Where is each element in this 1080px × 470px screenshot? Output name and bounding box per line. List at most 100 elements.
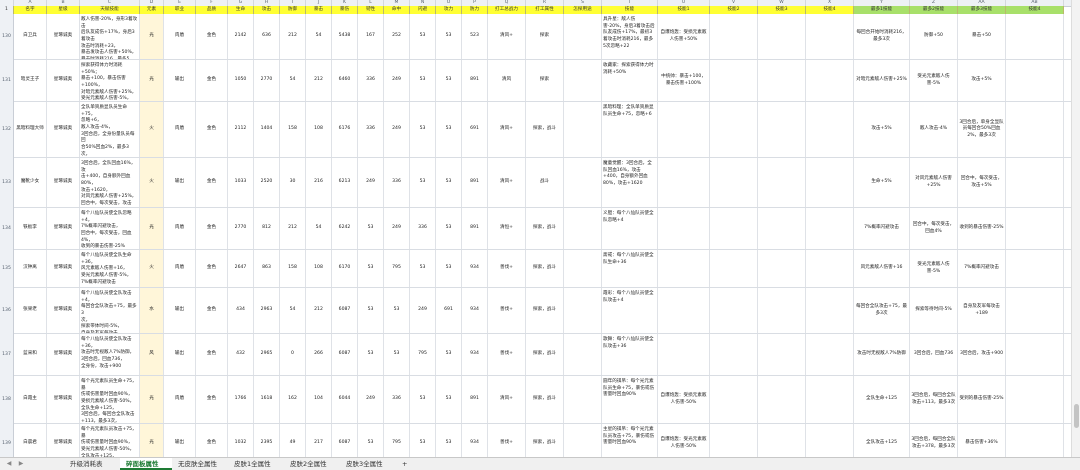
table-cell[interactable]: 53	[436, 60, 462, 101]
table-cell[interactable]: 对风元素敌人伤害+25%	[910, 158, 958, 207]
table-cell[interactable]: 敌人伤害-20%，身形3着攻击 后队友成伤+17%，身后3着攻击 攻击时消耗+2…	[80, 14, 140, 59]
table-cell[interactable]: 金色	[196, 102, 228, 157]
table-cell[interactable]	[710, 334, 758, 375]
column-header-cell[interactable]: 技能4	[1006, 6, 1064, 14]
table-cell[interactable]: 54	[280, 288, 306, 333]
table-cell[interactable]: 336	[384, 158, 410, 207]
table-cell[interactable]: 934	[462, 424, 488, 458]
column-header-cell[interactable]: 攻力	[436, 6, 462, 14]
table-cell[interactable]	[806, 208, 854, 249]
table-cell[interactable]: 266	[306, 334, 332, 375]
table-cell[interactable]	[806, 250, 854, 287]
table-cell[interactable]	[758, 334, 806, 375]
table-cell[interactable]: 1050	[228, 60, 254, 101]
table-cell[interactable]	[758, 14, 806, 59]
table-cell[interactable]: 探索，战斗	[526, 288, 564, 333]
row-number[interactable]: 138	[0, 376, 14, 424]
table-cell[interactable]: 白卫兵	[14, 14, 47, 59]
table-cell[interactable]: 暴击伤害+36%	[958, 424, 1006, 458]
table-cell[interactable]: 受光元素敌人伤害-5%	[910, 60, 958, 101]
vertical-scrollbar[interactable]	[1071, 0, 1080, 458]
table-cell[interactable]: 6087	[332, 288, 358, 333]
table-cell[interactable]: 探索	[526, 14, 564, 59]
table-cell[interactable]: 53	[436, 250, 462, 287]
table-cell[interactable]: 肉盾	[164, 250, 196, 287]
table-cell[interactable]	[1006, 424, 1064, 458]
table-cell[interactable]: 934	[462, 288, 488, 333]
table-cell[interactable]: 6087	[332, 334, 358, 375]
table-cell[interactable]: 清风+	[488, 102, 526, 157]
column-header-cell[interactable]: 技能3	[758, 6, 806, 14]
table-cell[interactable]: 434	[228, 288, 254, 333]
table-cell[interactable]	[710, 376, 758, 423]
table-cell[interactable]	[710, 102, 758, 157]
table-cell[interactable]: 火	[140, 250, 164, 287]
table-cell[interactable]: 星琢诚奥	[47, 334, 80, 375]
row-number[interactable]: 130	[0, 14, 14, 60]
table-cell[interactable]: 肉盾	[164, 208, 196, 249]
table-cell[interactable]: 收到的暴击伤害-25%	[958, 208, 1006, 249]
table-cell[interactable]: 蓝采和	[14, 334, 47, 375]
column-header-cell[interactable]: 暴击	[306, 6, 332, 14]
table-cell[interactable]: 1032	[228, 424, 254, 458]
table-row[interactable]: 白晨君 星琢诚奥 每个光元素队员攻击+75，暴 伤或伤害量时回血90%， 受光元素敌…	[14, 424, 1072, 458]
table-cell[interactable]: 星琢诚奥	[47, 60, 80, 101]
column-header-cell[interactable]: 闪避	[410, 6, 436, 14]
table-cell[interactable]	[564, 60, 602, 101]
table-row[interactable]: 黑暗料理大师 星琢诚奥 全队单资质显队员生命+75， 忽略+6， 敌人攻击-4%， …	[14, 102, 1072, 158]
table-cell[interactable]: 全队生命+125	[854, 376, 910, 423]
table-cell[interactable]: 星琢诚奥	[47, 250, 80, 287]
table-cell[interactable]: 891	[462, 208, 488, 249]
row-number[interactable]: 131	[0, 60, 14, 102]
table-cell[interactable]: 星琢诚奥	[47, 14, 80, 59]
column-header-cell[interactable]: 星级	[47, 6, 80, 14]
table-cell[interactable]: 53	[384, 334, 410, 375]
table-cell[interactable]	[564, 334, 602, 375]
table-cell[interactable]: 212	[280, 14, 306, 59]
table-row[interactable]: 蓝采和 星琢诚奥 每个八仙队员使全队攻击 +36， 攻击时无视敌人7%防御， 3回合…	[14, 334, 1072, 376]
table-cell[interactable]: 249	[410, 288, 436, 333]
table-cell[interactable]: 水	[140, 288, 164, 333]
table-cell[interactable]: 金色	[196, 376, 228, 423]
column-header-cell[interactable]: 元素	[140, 6, 164, 14]
table-cell[interactable]: 432	[228, 334, 254, 375]
table-cell[interactable]: 探索，战斗	[526, 102, 564, 157]
table-cell[interactable]: 自爆炮轰：受损元素敌人伤害-50%	[658, 376, 710, 423]
table-cell[interactable]: 自身及友军每攻击+189	[958, 288, 1006, 333]
table-cell[interactable]: 6460	[332, 60, 358, 101]
table-cell[interactable]: 3回合后，攻击+900	[958, 334, 1006, 375]
table-cell[interactable]: 生命+5%	[854, 158, 910, 207]
table-cell[interactable]: 金色	[196, 14, 228, 59]
table-cell[interactable]: 中统帅：暴击+100，暴击伤害+100%	[658, 60, 710, 101]
table-cell[interactable]: 53	[358, 424, 384, 458]
table-cell[interactable]: 162	[280, 376, 306, 423]
table-cell[interactable]: 812	[254, 208, 280, 249]
table-cell[interactable]: 53	[358, 334, 384, 375]
table-cell[interactable]: 2963	[254, 288, 280, 333]
table-cell[interactable]	[564, 158, 602, 207]
table-row[interactable]: 暗灵王子 星琢诚奥 探索获得体力时消耗+50%； 暴击+100，暴击伤害+100%，…	[14, 60, 1072, 102]
table-cell[interactable]	[1006, 102, 1064, 157]
table-cell[interactable]: 2520	[254, 158, 280, 207]
table-cell[interactable]: 53	[436, 158, 462, 207]
table-cell[interactable]: 53	[358, 208, 384, 249]
table-cell[interactable]: 善伐+	[488, 250, 526, 287]
table-cell[interactable]: 212	[280, 208, 306, 249]
column-header-cell[interactable]: 防力	[462, 6, 488, 14]
table-cell[interactable]	[758, 250, 806, 287]
table-cell[interactable]	[710, 60, 758, 101]
table-row[interactable]: 铁板李 星琢诚奥 每个八仙队员使全队忽略 +4， 7%概率闪避攻击， 回合中，每次受…	[14, 208, 1072, 250]
table-cell[interactable]: 53	[358, 250, 384, 287]
column-header-cell[interactable]: 品质	[196, 6, 228, 14]
sheet-tab[interactable]: 碎面板属性	[120, 458, 172, 470]
table-cell[interactable]	[658, 102, 710, 157]
table-cell[interactable]: 每个光元素队员攻击+75，暴 伤或伤害量时回血90%， 受光元素敌人伤害-50%…	[80, 424, 140, 458]
table-cell[interactable]: 义胆：每个八仙队员使全队忽略+4	[602, 208, 658, 249]
table-cell[interactable]: 防御+50	[910, 14, 958, 59]
table-cell[interactable]: 每个八仙队员使全队攻击 +36， 攻击时无视敌人7%防御， 3回合后，回血736…	[80, 334, 140, 375]
column-header-cell[interactable]: 最多1技能	[854, 6, 910, 14]
table-cell[interactable]	[710, 424, 758, 458]
table-cell[interactable]	[1006, 208, 1064, 249]
table-cell[interactable]: 1618	[254, 376, 280, 423]
table-cell[interactable]: 探索获得体力时消耗+50%； 暴击+100，暴击伤害+100%， 对暗元素敌人伤…	[80, 60, 140, 101]
